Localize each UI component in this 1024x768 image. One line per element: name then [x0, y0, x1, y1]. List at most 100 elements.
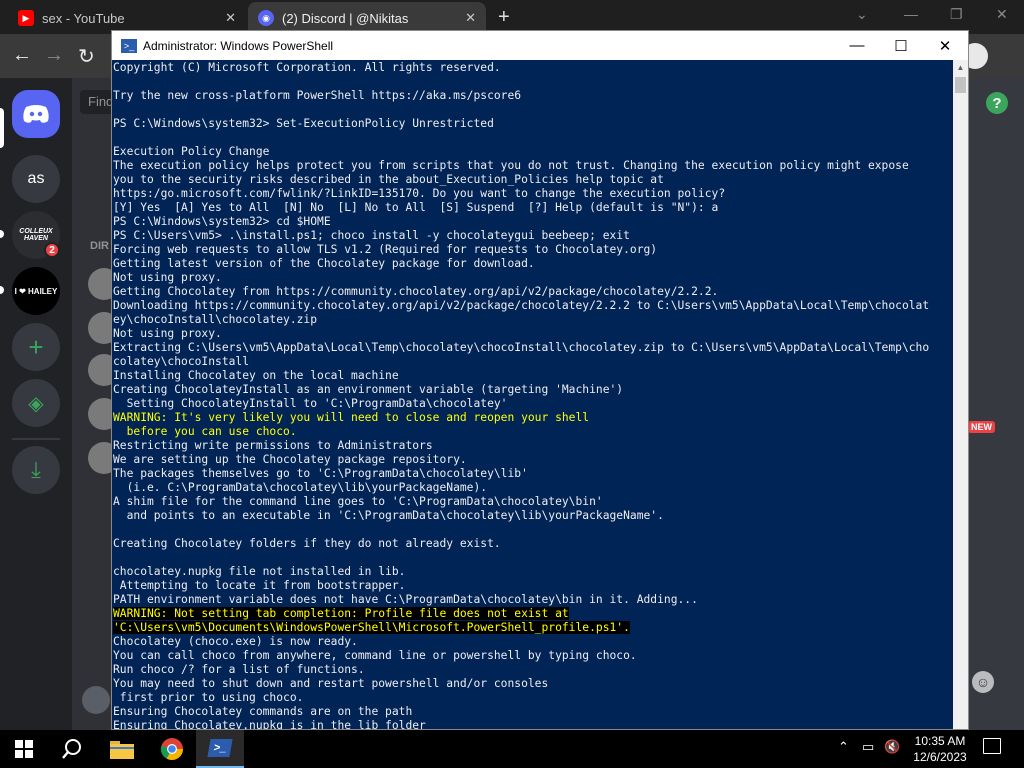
- maximize-button[interactable]: ☐: [878, 31, 924, 60]
- console-line: colatey\chocoInstall: [113, 355, 250, 368]
- start-button[interactable]: [0, 730, 48, 768]
- discord-home-icon[interactable]: [12, 90, 60, 138]
- console-line: Ensuring Chocolatey.nupkg is in the lib …: [113, 719, 426, 729]
- mention-badge: 2: [44, 242, 60, 258]
- new-tab-button[interactable]: +: [498, 6, 510, 29]
- server-as[interactable]: as: [12, 155, 60, 203]
- divider: [12, 438, 60, 440]
- console-line: PS C:\Windows\system32> cd $HOME: [113, 215, 331, 228]
- user-avatar[interactable]: [82, 686, 110, 714]
- selected-indicator: [0, 108, 4, 148]
- back-icon[interactable]: ←: [12, 44, 32, 67]
- notifications-icon[interactable]: [983, 738, 1001, 754]
- discord-right-pane: [968, 78, 1024, 730]
- console-line: Restricting write permissions to Adminis…: [113, 439, 433, 452]
- minimize-button[interactable]: —: [834, 31, 880, 60]
- download-apps-icon[interactable]: ⤓: [12, 446, 60, 494]
- console-line: WARNING: It's very likely you will need …: [113, 411, 590, 424]
- close-icon[interactable]: ✕: [996, 6, 1008, 23]
- close-button[interactable]: ✕: [922, 31, 968, 60]
- help-icon[interactable]: ?: [986, 92, 1008, 114]
- console-line: Forcing web requests to allow TLS v1.2 (…: [113, 243, 658, 256]
- console-line: Not using proxy.: [113, 271, 222, 284]
- add-server-icon[interactable]: +: [12, 323, 60, 371]
- console-line: 'C:\Users\vm5\Documents\WindowsPowerShel…: [113, 621, 952, 635]
- file-explorer-button[interactable]: [98, 730, 146, 768]
- windows-logo-icon: [15, 740, 33, 758]
- console-scrollbar[interactable]: ▲: [953, 60, 968, 729]
- console-line: Try the new cross-platform PowerShell ht…: [113, 89, 522, 102]
- server-initials: as: [27, 170, 45, 187]
- restore-icon[interactable]: ❐: [950, 6, 963, 23]
- discord-server-list: as COLLEUX HAVEN 2 I ❤ HAILEY + ◈ ⤓: [0, 78, 72, 730]
- console-line: You may need to shut down and restart po…: [113, 677, 549, 690]
- reload-icon[interactable]: ↻: [78, 44, 95, 69]
- server-hailey[interactable]: I ❤ HAILEY: [12, 267, 60, 315]
- network-icon[interactable]: ▭: [862, 739, 874, 755]
- volume-icon[interactable]: 🔇: [884, 739, 900, 755]
- clock-time: 10:35 AM: [914, 734, 966, 748]
- new-badge: NEW: [968, 421, 995, 433]
- youtube-icon: ▶: [18, 10, 34, 26]
- browser-tab-bar: ▶ sex - YouTube ✕ ◉ (2) Discord | @Nikit…: [0, 0, 1024, 34]
- console-line: The execution policy helps protect you f…: [113, 159, 909, 172]
- emoji-icon[interactable]: ☺: [972, 671, 994, 693]
- powershell-icon: >_: [121, 38, 137, 53]
- console-line: We are setting up the Chocolatey package…: [113, 453, 467, 466]
- tab-title: sex - YouTube: [42, 10, 125, 26]
- console-line: https:/go.microsoft.com/fwlink/?LinkID=1…: [113, 187, 726, 200]
- powershell-title-bar[interactable]: >_ Administrator: Windows PowerShell — ☐…: [112, 31, 968, 60]
- console-line: Attempting to locate it from bootstrappe…: [113, 579, 406, 592]
- console-line: PS C:\Windows\system32> Set-ExecutionPol…: [113, 117, 494, 130]
- search-icon: [62, 739, 81, 759]
- console-line: chocolatey.nupkg file not installed in l…: [113, 565, 406, 578]
- console-line: Copyright (C) Microsoft Corporation. All…: [113, 61, 501, 74]
- minimize-icon[interactable]: —: [904, 6, 918, 22]
- console-line: Ensuring Chocolatey commands are on the …: [113, 705, 413, 718]
- discord-icon: ◉: [258, 10, 274, 26]
- console-line: (i.e. C:\ProgramData\chocolatey\lib\your…: [113, 481, 488, 494]
- console-line: ey\chocoInstall\chocolatey.zip: [113, 313, 318, 326]
- close-tab-icon[interactable]: ✕: [465, 10, 476, 26]
- console-line: Extracting C:\Users\vm5\AppData\Local\Te…: [113, 341, 930, 354]
- powershell-icon: >_: [207, 739, 233, 757]
- search-button[interactable]: [48, 730, 96, 768]
- explore-servers-icon[interactable]: ◈: [12, 379, 60, 427]
- console-output[interactable]: Copyright (C) Microsoft Corporation. All…: [112, 60, 952, 729]
- direct-messages-label: DIR: [90, 240, 109, 252]
- console-line: You can call choco from anywhere, comman…: [113, 649, 637, 662]
- scroll-thumb[interactable]: [955, 77, 966, 93]
- unread-indicator: [0, 230, 4, 238]
- windows-taskbar: >_ ⌃ ▭ 🔇 10:35 AM 12/6/2023: [0, 730, 1024, 768]
- powershell-taskbar-button[interactable]: >_: [196, 730, 244, 768]
- console-line: PS C:\Users\vm5> .\install.ps1; choco in…: [113, 229, 630, 242]
- console-line: Getting latest version of the Chocolatey…: [113, 257, 535, 270]
- show-hidden-icons[interactable]: ⌃: [838, 739, 849, 755]
- console-line: Creating ChocolateyInstall as an environ…: [113, 383, 624, 396]
- powershell-window: >_ Administrator: Windows PowerShell — ☐…: [111, 30, 969, 730]
- unread-indicator: [0, 286, 4, 294]
- console-line: Run choco /? for a list of functions.: [113, 663, 365, 676]
- chrome-button[interactable]: [148, 730, 196, 768]
- close-tab-icon[interactable]: ✕: [225, 10, 236, 26]
- console-line: The packages themselves go to 'C:\Progra…: [113, 467, 528, 480]
- console-line: PATH environment variable does not have …: [113, 593, 698, 606]
- console-line: you to the security risks described in t…: [113, 173, 664, 186]
- forward-icon[interactable]: →: [44, 44, 64, 67]
- tab-search-icon[interactable]: ⌄: [856, 6, 868, 23]
- desktop-screen: ▶ sex - YouTube ✕ ◉ (2) Discord | @Nikit…: [0, 0, 1024, 768]
- tab-title: (2) Discord | @Nikitas: [282, 10, 409, 26]
- scroll-up-icon[interactable]: ▲: [953, 60, 968, 75]
- console-line: A shim file for the command line goes to…: [113, 495, 603, 508]
- console-line: Not using proxy.: [113, 327, 222, 340]
- console-line: [Y] Yes [A] Yes to All [N] No [L] No to …: [113, 201, 719, 214]
- system-clock[interactable]: 10:35 AM 12/6/2023: [908, 733, 972, 765]
- clock-date: 12/6/2023: [913, 750, 967, 764]
- console-line: Execution Policy Change: [113, 145, 270, 158]
- console-line: first prior to using choco.: [113, 691, 304, 704]
- console-line: and points to an executable in 'C:\Progr…: [113, 509, 664, 522]
